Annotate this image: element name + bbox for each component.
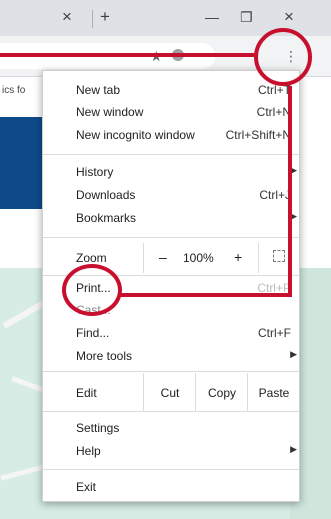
menu-item-settings[interactable]: Settings — [43, 417, 299, 439]
menu-item-label: New incognito window — [76, 128, 195, 142]
menu-item-help[interactable]: Help ▶ — [43, 440, 299, 462]
menu-item-label: More tools — [76, 349, 133, 363]
menu-item-label: New tab — [76, 83, 121, 97]
paste-label: Paste — [258, 386, 290, 400]
paste-button[interactable]: Paste — [247, 373, 300, 411]
menu-item-label: Help — [76, 444, 101, 458]
menu-item-shortcut: Ctrl+Shift+N — [225, 128, 291, 142]
annotation-line — [0, 53, 256, 57]
menu-item-shortcut: Ctrl+J — [259, 188, 291, 202]
copy-label: Copy — [207, 386, 236, 400]
page-header-band — [0, 117, 48, 209]
submenu-arrow-icon: ▶ — [290, 444, 297, 454]
edit-label: Edit — [76, 386, 97, 400]
submenu-arrow-icon: ▶ — [290, 349, 297, 359]
restore-icon[interactable]: ❐ — [240, 6, 253, 28]
menu-item-downloads[interactable]: Downloads Ctrl+J — [43, 184, 299, 206]
page-partial-text: ics fo — [2, 85, 26, 96]
menu-divider — [43, 237, 299, 238]
tab-divider — [92, 10, 93, 28]
annotation-line — [118, 293, 292, 297]
close-tab-icon[interactable]: × — [62, 6, 72, 28]
edit-row: Edit Cut Copy Paste — [43, 373, 299, 411]
menu-item-shortcut: Ctrl+F — [258, 326, 291, 340]
cut-label: Cut — [160, 386, 180, 400]
menu-item-label: Find... — [76, 326, 110, 340]
menu-item-label: Exit — [76, 480, 97, 494]
annotation-circle-menu — [254, 28, 312, 86]
zoom-in-button[interactable]: + — [234, 249, 242, 265]
menu-item-label: History — [76, 165, 114, 179]
menu-item-label: New window — [76, 105, 144, 119]
menu-item-new-tab[interactable]: New tab Ctrl+T — [43, 79, 299, 101]
annotation-line — [288, 86, 292, 297]
copy-button[interactable]: Copy — [195, 373, 248, 411]
menu-item-new-window[interactable]: New window Ctrl+N — [43, 101, 299, 123]
menu-item-bookmarks[interactable]: Bookmarks ▶ — [43, 207, 299, 229]
menu-divider — [43, 411, 299, 412]
menu-item-label: Downloads — [76, 188, 136, 202]
menu-item-find[interactable]: Find... Ctrl+F — [43, 322, 299, 344]
menu-divider — [43, 154, 299, 155]
menu-item-label: Bookmarks — [76, 211, 137, 225]
zoom-level: 100% — [183, 251, 214, 265]
menu-divider — [43, 371, 299, 372]
menu-divider — [43, 469, 299, 470]
minimize-icon[interactable]: — — [205, 6, 219, 28]
menu-item-new-incognito[interactable]: New incognito window Ctrl+Shift+N — [43, 124, 299, 146]
menu-item-more-tools[interactable]: More tools ▶ — [43, 345, 299, 367]
close-window-icon[interactable]: × — [284, 6, 294, 28]
zoom-out-button[interactable]: – — [159, 249, 167, 265]
menu-item-exit[interactable]: Exit — [43, 476, 299, 498]
zoom-label: Zoom — [76, 251, 107, 265]
menu-item-label: Settings — [76, 421, 120, 435]
fullscreen-icon[interactable] — [273, 250, 285, 262]
cut-button[interactable]: Cut — [143, 373, 196, 411]
new-tab-icon[interactable]: + — [100, 6, 110, 28]
menu-item-shortcut: Ctrl+N — [256, 105, 291, 119]
annotation-circle-print — [62, 264, 122, 316]
menu-item-history[interactable]: History ▶ — [43, 161, 299, 183]
